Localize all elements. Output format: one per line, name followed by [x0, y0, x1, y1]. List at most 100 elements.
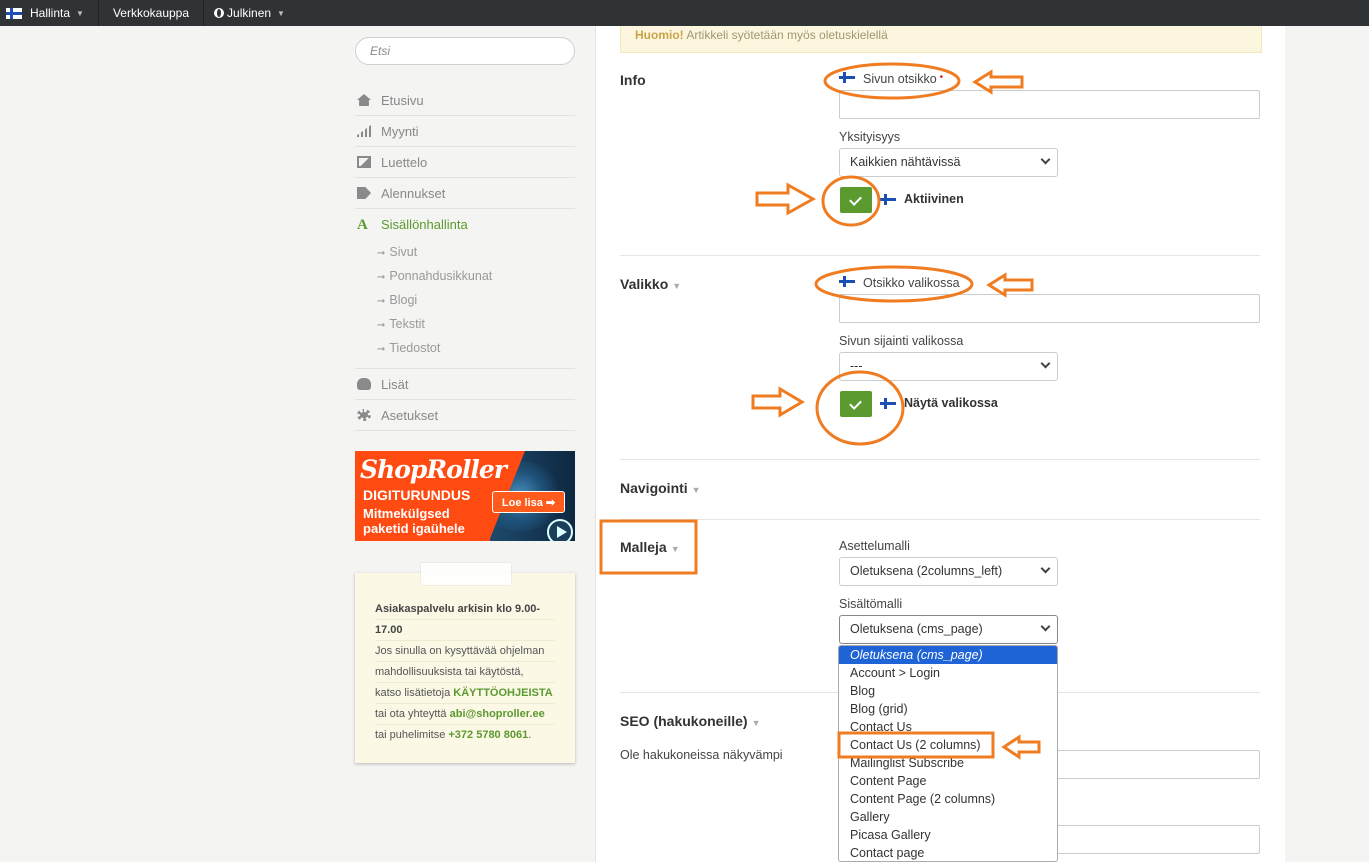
shoproller-ad-banner[interactable]: ShopRoller DIGITURUNDUS Mitmekülgsed pake… [355, 451, 575, 541]
note-text-line2: mahdollisuuksista tai käytöstä, [375, 662, 555, 683]
tags-icon [357, 187, 371, 199]
show-in-menu-label: Näytä valikossa [880, 396, 998, 410]
gear-icon [357, 409, 371, 421]
section-title-text: SEO (hakukoneille) [620, 713, 748, 729]
dropdown-option[interactable]: Gallery [839, 808, 1057, 826]
topbar-hallinta-menu[interactable]: Hallinta ▼ [0, 0, 99, 26]
caret-down-icon: ▼ [691, 485, 701, 495]
active-label-text: Aktiivinen [904, 192, 964, 206]
dropdown-option[interactable]: Blog [839, 682, 1057, 700]
sidebar-item-luettelo[interactable]: Luettelo [355, 147, 575, 178]
dropdown-option[interactable]: Contact page [839, 844, 1057, 861]
ad-read-more-button[interactable]: Loe lisa ➡ [492, 491, 565, 513]
sidebar-item-label: Myynti [381, 123, 419, 139]
sidebar-subitem-tekstit[interactable]: ➞ Tekstit [355, 312, 575, 336]
page-title-label-text: Sivun otsikko [863, 72, 937, 86]
help-docs-link[interactable]: KÄYTTÖOHJEISTA [453, 687, 552, 699]
sidebar-item-alennukset[interactable]: Alennukset [355, 178, 575, 209]
divider [620, 519, 1260, 520]
note-hours-line1: Asiakaspalvelu arkisin klo 9.00- [375, 599, 555, 620]
section-title-navigation[interactable]: Navigointi ▼ [620, 480, 701, 496]
notice-text: Artikkeli syötetään myös oletuskielellä [683, 28, 888, 42]
dropdown-option[interactable]: Contact Us (2 columns) [839, 736, 1057, 754]
divider [620, 459, 1260, 460]
note-text: katso lisätietoja [375, 687, 454, 699]
note-text-line3: katso lisätietoja KÄYTTÖOHJEISTA [375, 683, 555, 704]
search-input[interactable] [355, 37, 575, 65]
section-title-text: Info [620, 72, 646, 88]
dropdown-option[interactable]: Account > Login [839, 664, 1057, 682]
caret-down-icon: ▼ [76, 8, 84, 18]
finland-flag-icon [839, 276, 855, 287]
content-template-value: Oletuksena (cms_page) [850, 622, 983, 636]
layout-template-value: Oletuksena (2columns_left) [850, 564, 1003, 578]
sidebar-item-myynti[interactable]: Myynti [355, 116, 575, 147]
sidebar-subitem-tiedostot[interactable]: ➞ Tiedostot [355, 336, 575, 360]
sidebar-item-label: Asetukset [381, 407, 439, 423]
section-title-info: Info [620, 72, 646, 88]
show-in-menu-label-text: Näytä valikossa [904, 396, 998, 410]
ad-headline: DIGITURUNDUS [363, 487, 471, 503]
sidebar-item-label: Luettelo [381, 154, 428, 170]
dropdown-option[interactable]: Contact Us [839, 718, 1057, 736]
content-template-select[interactable]: Oletuksena (cms_page) [839, 615, 1058, 644]
finland-flag-icon [880, 397, 896, 409]
caret-down-icon: ▼ [670, 544, 680, 554]
caret-down-icon: ▼ [672, 281, 682, 291]
ad-logo: ShopRoller [360, 455, 507, 484]
dropdown-option[interactable]: Content Page (2 columns) [839, 790, 1057, 808]
sidebar-subitem-blogi[interactable]: ➞ Blogi [355, 288, 575, 312]
support-phone-link[interactable]: +372 5780 8061 [448, 729, 528, 741]
sidebar-item-label: Sisällönhallinta [381, 217, 468, 232]
page-title-input[interactable] [839, 90, 1260, 119]
sidebar-item-lisat[interactable]: Lisät [355, 369, 575, 400]
home-icon [357, 94, 371, 106]
layout-template-select[interactable]: Oletuksena (2columns_left) [839, 557, 1058, 586]
show-in-menu-checkbox[interactable] [840, 391, 872, 417]
arrow-right-icon: ➞ [377, 248, 386, 259]
sidebar-subitem-sivut[interactable]: ➞ Sivut [355, 240, 575, 264]
notice-title: Huomio! [635, 28, 684, 42]
ad-tagline: Mitmekülgsed paketid igaühele [363, 506, 465, 536]
section-title-menu[interactable]: Valikko ▼ [620, 276, 681, 292]
sidebar-nav: Etusivu Myynti Luettelo Alennukset A Sis… [355, 85, 575, 431]
dropdown-option[interactable]: Picasa Gallery [839, 826, 1057, 844]
topbar-julkinen-menu[interactable]: Julkinen ▼ [204, 0, 299, 26]
sidebar-item-sisallonhallinta[interactable]: A Sisällönhallinta [355, 209, 575, 240]
arrow-right-icon: ➞ [377, 320, 386, 331]
menu-position-value: --- [850, 359, 863, 373]
active-checkbox[interactable] [840, 187, 872, 213]
note-text: tai ota yhteyttä [375, 708, 450, 720]
note-text-line4: tai ota yhteyttä abi@shoproller.ee [375, 704, 555, 725]
note-text-line5: tai puhelimitse +372 5780 8061. [375, 725, 555, 745]
dropdown-option[interactable]: Blog (grid) [839, 700, 1057, 718]
content-template-dropdown: Oletuksena (cms_page) Account > Login Bl… [838, 645, 1058, 862]
sidebar-submenu: ➞ Sivut ➞ Ponnahdusikkunat ➞ Blogi ➞ Tekstit… [355, 240, 575, 369]
seo-description: Ole hakukoneissa näkyvämpi [620, 748, 783, 762]
sidebar-subitem-label: Tekstit [389, 317, 425, 331]
section-title-seo[interactable]: SEO (hakukoneille) ▼ [620, 713, 761, 729]
section-title-templates[interactable]: Malleja ▼ [620, 539, 680, 555]
ad-tagline-line1: Mitmekülgsed [363, 506, 450, 521]
play-icon[interactable] [547, 519, 573, 541]
section-title-text: Navigointi [620, 480, 688, 496]
finland-flag-icon [839, 72, 855, 83]
support-email-link[interactable]: abi@shoproller.ee [450, 708, 545, 720]
image-icon [357, 156, 371, 168]
privacy-select[interactable]: Kaikkien nähtävissä [839, 148, 1058, 177]
menu-title-input[interactable] [839, 294, 1260, 323]
note-text-line1: Jos sinulla on kysyttävää ohjelman [375, 641, 555, 662]
sidebar-subitem-ponnahdusikkunat[interactable]: ➞ Ponnahdusikkunat [355, 264, 575, 288]
sidebar-item-etusivu[interactable]: Etusivu [355, 85, 575, 116]
sidebar: Etusivu Myynti Luettelo Alennukset A Sis… [355, 37, 575, 763]
topbar-julkinen-label: Julkinen [227, 6, 272, 20]
bar-chart-icon [357, 125, 371, 137]
topbar-verkkokauppa-link[interactable]: Verkkokauppa [99, 0, 205, 26]
dropdown-option[interactable]: Mailinglist Subscribe [839, 754, 1057, 772]
menu-position-select[interactable]: --- [839, 352, 1058, 381]
sidebar-item-asetukset[interactable]: Asetukset [355, 400, 575, 431]
topbar-hallinta-label: Hallinta [30, 6, 71, 20]
dropdown-option[interactable]: Content Page [839, 772, 1057, 790]
topbar-verkkokauppa-label: Verkkokauppa [112, 6, 190, 20]
dropdown-option[interactable]: Oletuksena (cms_page) [839, 646, 1057, 664]
